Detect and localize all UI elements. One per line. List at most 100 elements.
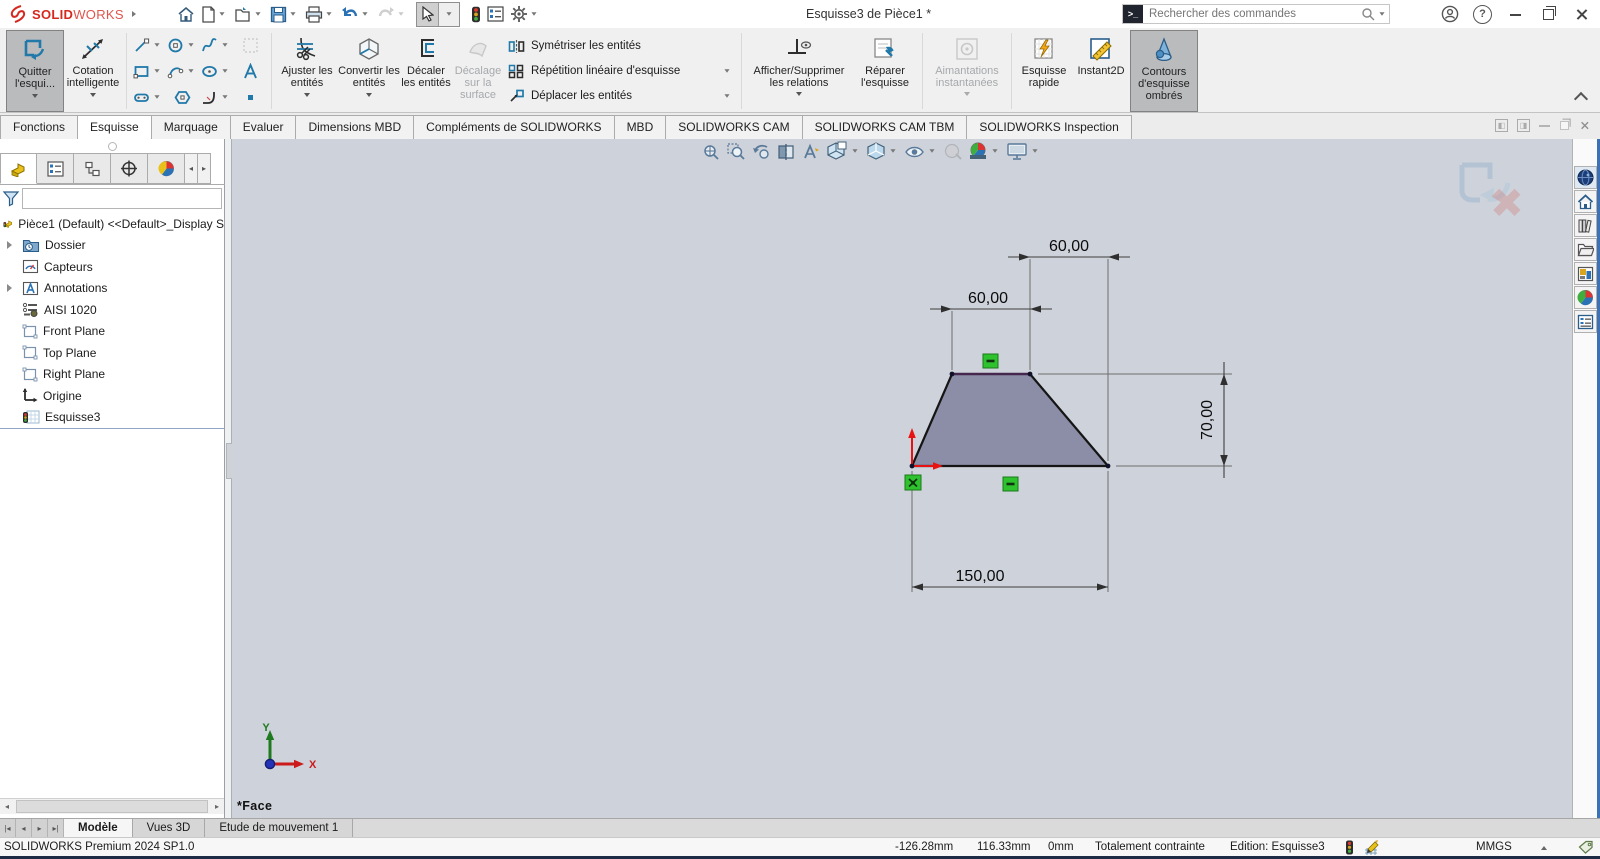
point-tool[interactable] — [233, 84, 267, 110]
panel-tabs-scroll-right[interactable]: ▸ — [198, 153, 211, 184]
tab-display-manager[interactable] — [148, 153, 185, 184]
tab-property-manager[interactable] — [37, 153, 74, 184]
tab-feature-tree[interactable] — [0, 153, 37, 184]
spline-tool[interactable] — [199, 32, 233, 58]
tab-fonctions[interactable]: Fonctions — [0, 115, 78, 139]
horizontal-relation-icon[interactable] — [1003, 477, 1018, 491]
mirror-entities-button[interactable]: Symétriser les entités — [508, 36, 733, 56]
settings-dropdown[interactable] — [531, 12, 536, 15]
ellipse-dropdown[interactable] — [222, 69, 227, 72]
tab-marquage[interactable]: Marquage — [151, 115, 231, 139]
search-icon[interactable] — [1361, 7, 1376, 22]
settings-button[interactable] — [507, 2, 543, 26]
horizontal-relation-icon[interactable] — [983, 354, 998, 368]
home-button[interactable] — [174, 2, 198, 26]
tree-item-front-plane[interactable]: Front Plane — [0, 321, 224, 343]
tab-solidworks-cam-tbm[interactable]: SOLIDWORKS CAM TBM — [802, 115, 968, 139]
tab-solidworks-inspection[interactable]: SOLIDWORKS Inspection — [966, 115, 1131, 139]
text-tool[interactable] — [233, 58, 267, 84]
command-search[interactable]: >_ — [1122, 4, 1390, 24]
sketch-status-button[interactable] — [468, 2, 484, 26]
select-tool-button[interactable] — [417, 3, 438, 26]
print-dropdown[interactable] — [326, 12, 331, 15]
tree-root[interactable]: Pièce1 (Default) <<Default>_Display S — [0, 213, 224, 235]
panel-splitter[interactable] — [225, 139, 232, 818]
print-button[interactable] — [302, 2, 338, 26]
graphics-viewport[interactable]: 60,00 60,00 70,00 150,00 — [232, 139, 1572, 818]
scroll-left-icon[interactable]: ◂ — [0, 800, 14, 814]
rapid-sketch-button[interactable]: Esquisse rapide — [1016, 30, 1072, 112]
dimension-top[interactable]: 60,00 — [1049, 238, 1089, 255]
undo-dropdown[interactable] — [362, 12, 367, 15]
tree-item-annotations[interactable]: Annotations — [0, 278, 224, 300]
instant2d-button[interactable]: Instant2D — [1072, 30, 1130, 112]
account-button[interactable] — [1433, 0, 1466, 28]
arc-dropdown[interactable] — [188, 69, 193, 72]
options-list-button[interactable] — [484, 2, 507, 26]
pane-left-icon[interactable]: ◧ — [1495, 119, 1508, 132]
save-dropdown[interactable] — [290, 12, 295, 15]
repair-sketch-button[interactable]: Réparer l'esquisse — [852, 30, 918, 112]
exit-sketch-button[interactable]: Quitter l'esqui... — [6, 30, 64, 112]
slot-tool[interactable] — [131, 84, 165, 110]
pane-right-icon[interactable]: ◨ — [1517, 119, 1530, 132]
scenes-tab[interactable] — [1574, 286, 1597, 309]
tree-item-right-plane[interactable]: Right Plane — [0, 364, 224, 386]
file-explorer-tab[interactable] — [1574, 238, 1597, 261]
trim-entities-dropdown[interactable] — [304, 93, 310, 97]
tab-scroll-first[interactable]: |◂ — [0, 819, 16, 837]
new-document-button[interactable] — [198, 2, 231, 26]
panel-tabs-scroll-left[interactable]: ◂ — [185, 153, 198, 184]
restore-button[interactable] — [1532, 0, 1565, 28]
arc-tool[interactable] — [165, 58, 199, 84]
tab-evaluer[interactable]: Evaluer — [230, 115, 297, 139]
views3d-tab[interactable]: Vues 3D — [133, 819, 206, 837]
linear-pattern-dropdown[interactable] — [724, 69, 729, 72]
tree-horizontal-scrollbar[interactable]: ◂ ▸ — [0, 798, 224, 814]
convert-entities-button[interactable]: Convertir les entités — [338, 30, 400, 112]
fixed-relation-icon[interactable] — [905, 475, 921, 490]
tab-solidworks-cam[interactable]: SOLIDWORKS CAM — [665, 115, 802, 139]
smart-dimension-button[interactable]: Cotation intelligente — [64, 30, 122, 112]
trim-entities-button[interactable]: Ajuster les entités — [276, 30, 338, 112]
smart-dimension-dropdown[interactable] — [90, 93, 96, 97]
undo-button[interactable] — [338, 2, 374, 26]
dimension-right[interactable]: 70,00 — [1199, 400, 1216, 440]
spline-dropdown[interactable] — [222, 43, 227, 46]
search-dropdown[interactable] — [1379, 12, 1384, 15]
slot-dropdown[interactable] — [154, 95, 159, 98]
tab-scroll-last[interactable]: ▸| — [48, 819, 64, 837]
tree-filter-input[interactable] — [22, 188, 222, 209]
tab-dimensions-mbd[interactable]: Dimensions MBD — [295, 115, 414, 139]
minimize-button[interactable] — [1499, 0, 1532, 28]
circle-dropdown[interactable] — [188, 43, 193, 46]
pane-restore-icon[interactable] — [1560, 121, 1569, 130]
pane-close-icon[interactable] — [1581, 122, 1589, 130]
convert-entities-dropdown[interactable] — [366, 93, 372, 97]
units-indicator[interactable]: MMGS — [1476, 841, 1512, 853]
tab-mbd[interactable]: MBD — [614, 115, 667, 139]
display-relations-button[interactable]: Afficher/Supprimer les relations — [746, 30, 852, 112]
resources-tab[interactable] — [1574, 166, 1597, 189]
tab-scroll-prev[interactable]: ◂ — [16, 819, 32, 837]
tab-dimxpert[interactable] — [111, 153, 148, 184]
pane-minimize-icon[interactable] — [1539, 124, 1550, 127]
exit-sketch-dropdown[interactable] — [32, 94, 38, 98]
rectangle-tool[interactable] — [131, 58, 165, 84]
new-document-dropdown[interactable] — [219, 12, 224, 15]
move-entities-dropdown[interactable] — [724, 94, 729, 97]
save-button[interactable] — [267, 2, 302, 26]
panel-grip[interactable] — [108, 142, 117, 151]
search-input[interactable] — [1143, 8, 1361, 20]
tree-item-capteurs[interactable]: Capteurs — [0, 256, 224, 278]
linear-pattern-button[interactable]: Répétition linéaire d'esquisse — [508, 61, 733, 81]
sketch-region[interactable] — [912, 374, 1108, 466]
expand-icon[interactable] — [7, 284, 12, 292]
polygon-tool[interactable] — [165, 84, 199, 110]
line-dropdown[interactable] — [154, 43, 159, 46]
open-button[interactable] — [231, 2, 267, 26]
tab-esquisse[interactable]: Esquisse — [77, 115, 152, 139]
line-tool[interactable] — [131, 32, 165, 58]
circle-tool[interactable] — [165, 32, 199, 58]
tab-configurations[interactable] — [74, 153, 111, 184]
